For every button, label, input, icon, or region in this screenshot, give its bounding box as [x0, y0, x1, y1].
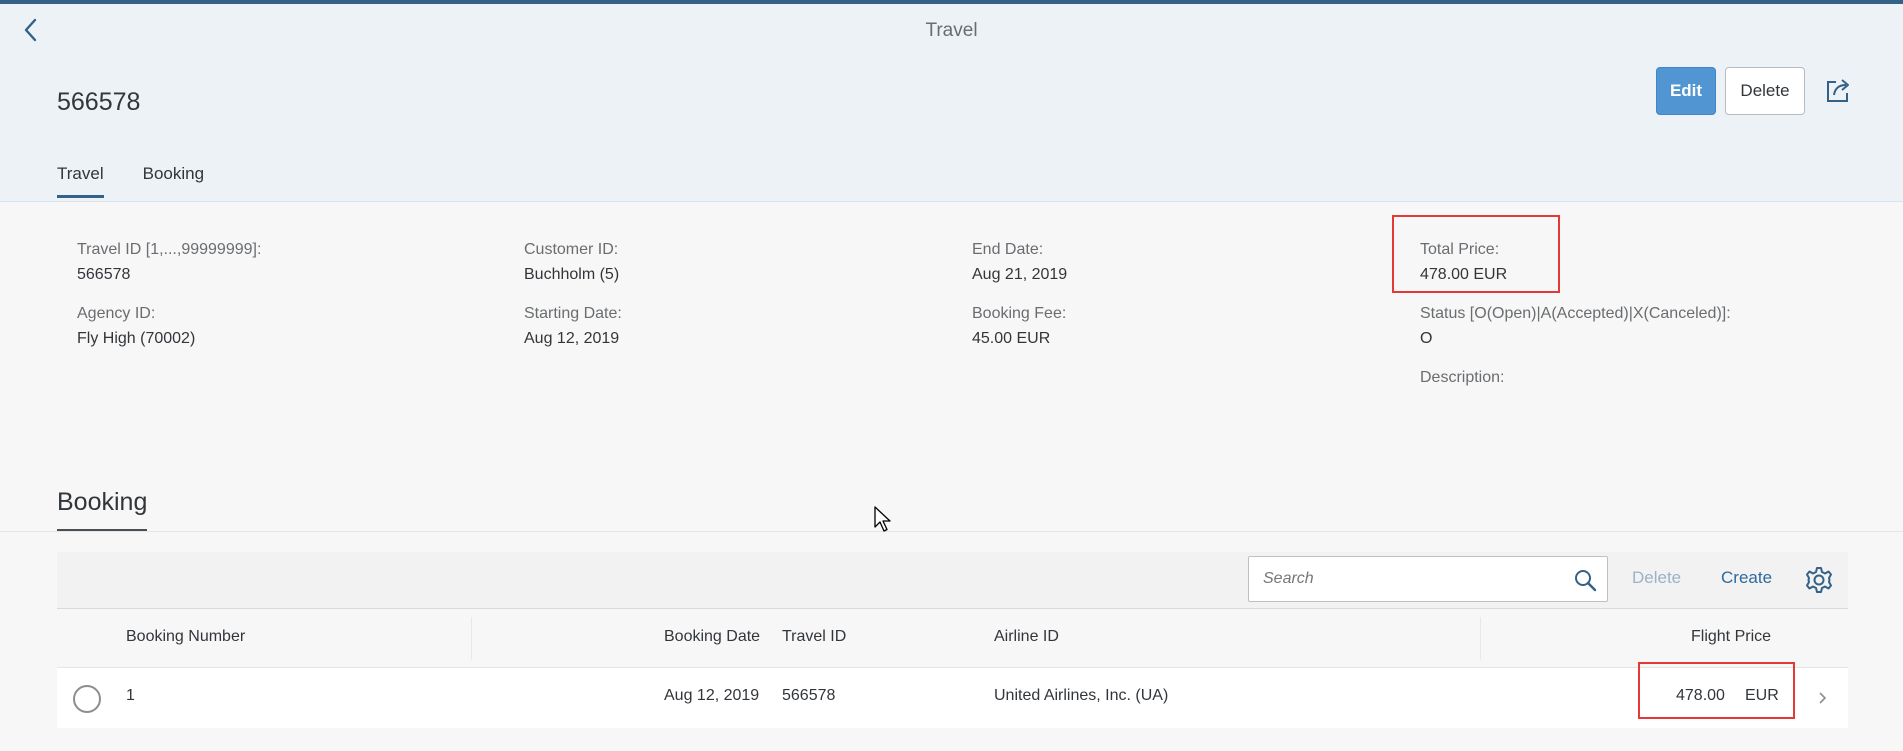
- app-title: Travel: [925, 20, 978, 41]
- cell-booking-number: 1: [126, 687, 135, 704]
- field-starting-date: Starting Date: Aug 12, 2019: [524, 305, 622, 348]
- starting-date-value: Aug 12, 2019: [524, 330, 620, 347]
- edit-button[interactable]: Edit: [1656, 67, 1716, 115]
- field-total-price: Total Price: 478.00 EUR: [1420, 241, 1507, 284]
- tab-travel[interactable]: Travel: [57, 164, 104, 198]
- tab-booking[interactable]: Booking: [143, 164, 204, 198]
- table-delete-button[interactable]: Delete: [1632, 568, 1681, 588]
- field-description: Description:: [1420, 369, 1504, 394]
- cell-booking-date: Aug 12, 2019: [664, 687, 760, 704]
- travel-form: Travel ID [1,...,99999999]: 566578 Agenc…: [0, 203, 1903, 523]
- share-icon: [1827, 79, 1849, 102]
- search-field[interactable]: [1248, 556, 1608, 602]
- travel-id-value: 566578: [77, 266, 131, 283]
- table-header: Booking Number Booking Date Travel ID Ai…: [57, 609, 1848, 668]
- share-button[interactable]: [1822, 75, 1854, 107]
- status-value: O: [1420, 330, 1433, 347]
- table-row[interactable]: 1 Aug 12, 2019 566578 United Airlines, I…: [57, 662, 1848, 728]
- total-price-label: Total Price:: [1420, 241, 1500, 258]
- travel-id-label: Travel ID [1,...,99999999]:: [77, 241, 262, 258]
- table-toolbar: Delete Create: [57, 552, 1848, 609]
- field-agency-id: Agency ID: Fly High (70002): [77, 305, 195, 348]
- starting-date-label: Starting Date:: [524, 305, 622, 322]
- booking-table: Delete Create Booking Number Booking Dat…: [57, 552, 1848, 728]
- customer-id-label: Customer ID:: [524, 241, 619, 258]
- column-header-flight-price[interactable]: Flight Price: [1691, 628, 1771, 646]
- search-input[interactable]: [1263, 567, 1563, 591]
- chevron-right-icon[interactable]: [1813, 688, 1833, 708]
- section-divider: [0, 531, 1903, 532]
- object-title: 566578: [57, 88, 141, 116]
- cell-travel-id: 566578: [782, 687, 836, 704]
- booking-fee-value: 45.00 EUR: [972, 330, 1051, 347]
- field-status: Status [O(Open)|A(Accepted)|X(Canceled)]…: [1420, 305, 1731, 348]
- search-icon[interactable]: [1573, 568, 1597, 592]
- field-end-date: End Date: Aug 21, 2019: [972, 241, 1067, 284]
- booking-section-title: Booking: [57, 488, 148, 531]
- mouse-cursor-icon: [874, 506, 891, 532]
- object-page-header: Travel 566578 Edit Delete Travel Booking: [0, 4, 1903, 202]
- field-travel-id: Travel ID [1,...,99999999]: 566578: [77, 241, 261, 284]
- cell-flight-price: 478.00: [1676, 687, 1725, 704]
- column-separator: [1480, 617, 1481, 660]
- cell-airline-id: United Airlines, Inc. (UA): [994, 687, 1169, 704]
- booking-fee-label: Booking Fee:: [972, 305, 1067, 322]
- row-select-radio[interactable]: [73, 685, 101, 713]
- table-create-button[interactable]: Create: [1721, 568, 1772, 588]
- status-label: Status [O(Open)|A(Accepted)|X(Canceled)]…: [1420, 305, 1731, 322]
- gear-icon[interactable]: [1804, 565, 1834, 595]
- end-date-label: End Date:: [972, 241, 1044, 258]
- column-separator: [471, 617, 472, 660]
- tab-bar: Travel Booking: [57, 164, 243, 198]
- field-booking-fee: Booking Fee: 45.00 EUR: [972, 305, 1066, 348]
- agency-id-value: Fly High (70002): [77, 330, 196, 347]
- description-label: Description:: [1420, 369, 1505, 386]
- column-header-booking-date[interactable]: Booking Date: [664, 628, 760, 646]
- cell-flight-currency: EUR: [1745, 687, 1779, 704]
- column-header-travel-id[interactable]: Travel ID: [782, 628, 846, 646]
- agency-id-label: Agency ID:: [77, 305, 156, 322]
- customer-id-value: Buchholm (5): [524, 266, 620, 283]
- end-date-value: Aug 21, 2019: [972, 266, 1068, 283]
- delete-button[interactable]: Delete: [1725, 67, 1805, 115]
- total-price-value: 478.00 EUR: [1420, 266, 1508, 283]
- column-header-airline-id[interactable]: Airline ID: [994, 628, 1059, 646]
- field-customer-id: Customer ID: Buchholm (5): [524, 241, 619, 284]
- column-header-booking-number[interactable]: Booking Number: [126, 628, 245, 646]
